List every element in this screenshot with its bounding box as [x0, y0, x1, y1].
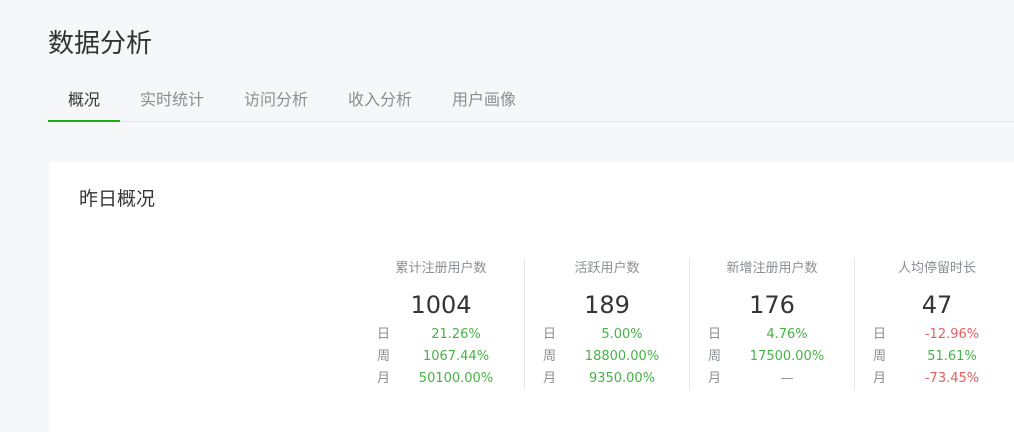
day-change: 21.26%: [431, 327, 481, 342]
stat-new-registered-users: 新增注册用户数 176 日 4.76% 周 17500.00% 月 —: [689, 258, 854, 390]
week-change: 17500.00%: [749, 349, 825, 364]
stat-avg-stay-duration: 人均停留时长 47 日 -12.96% 周 51.61% 月 -73.45%: [854, 258, 1014, 390]
tab-visit-analysis[interactable]: 访问分析: [236, 80, 316, 121]
week-change: 51.61%: [927, 349, 977, 364]
stat-month-row: 月 50100.00%: [359, 368, 523, 390]
stat-week-row: 周 1067.44%: [359, 346, 523, 368]
stat-label: 人均停留时长: [897, 261, 976, 276]
stat-value: 176: [749, 291, 795, 319]
stat-month-row: 月 —: [690, 368, 854, 390]
tab-bar: 概况 实时统计 访问分析 收入分析 用户画像: [48, 80, 1014, 122]
month-change: -73.45%: [924, 371, 980, 386]
stat-value: 1004: [410, 291, 472, 319]
stat-active-users: 活跃用户数 189 日 5.00% 周 18800.00% 月 9350.00%: [524, 258, 689, 390]
stat-total-registered-users: 累计注册用户数 1004 日 21.26% 周 1067.44% 月 50100…: [359, 258, 523, 390]
stat-day-row: 日 -12.96%: [855, 324, 1014, 346]
tab-revenue-analysis[interactable]: 收入分析: [340, 80, 420, 121]
tab-user-profile[interactable]: 用户画像: [444, 80, 524, 121]
tab-realtime-stats[interactable]: 实时统计: [132, 80, 212, 121]
stat-week-row: 周 51.61%: [855, 346, 1014, 368]
stat-week-row: 周 17500.00%: [690, 346, 854, 368]
overview-card: 昨日概况 累计注册用户数 1004 日 21.26% 周 1067.44% 月 …: [49, 162, 1014, 432]
stat-day-row: 日 5.00%: [525, 324, 689, 346]
stat-month-row: 月 -73.45%: [855, 368, 1014, 390]
stat-value: 189: [584, 291, 630, 319]
tab-overview[interactable]: 概况: [48, 80, 120, 122]
week-change: 18800.00%: [584, 349, 660, 364]
stat-day-row: 日 4.76%: [690, 324, 854, 346]
stat-month-row: 月 9350.00%: [525, 368, 689, 390]
stat-label: 活跃用户数: [574, 261, 640, 276]
month-change: 9350.00%: [588, 371, 656, 386]
day-change: 5.00%: [601, 327, 643, 342]
day-change: -12.96%: [924, 327, 980, 342]
stat-label: 累计注册用户数: [395, 261, 487, 276]
page-title: 数据分析: [48, 29, 153, 59]
day-change: 4.76%: [766, 327, 808, 342]
stat-value: 47: [921, 291, 953, 319]
stat-week-row: 周 18800.00%: [525, 346, 689, 368]
overview-title: 昨日概况: [79, 188, 156, 210]
stat-day-row: 日 21.26%: [359, 324, 523, 346]
month-change: 50100.00%: [418, 371, 494, 386]
month-change: —: [780, 371, 794, 386]
stat-label: 新增注册用户数: [726, 261, 818, 276]
week-change: 1067.44%: [422, 349, 490, 364]
